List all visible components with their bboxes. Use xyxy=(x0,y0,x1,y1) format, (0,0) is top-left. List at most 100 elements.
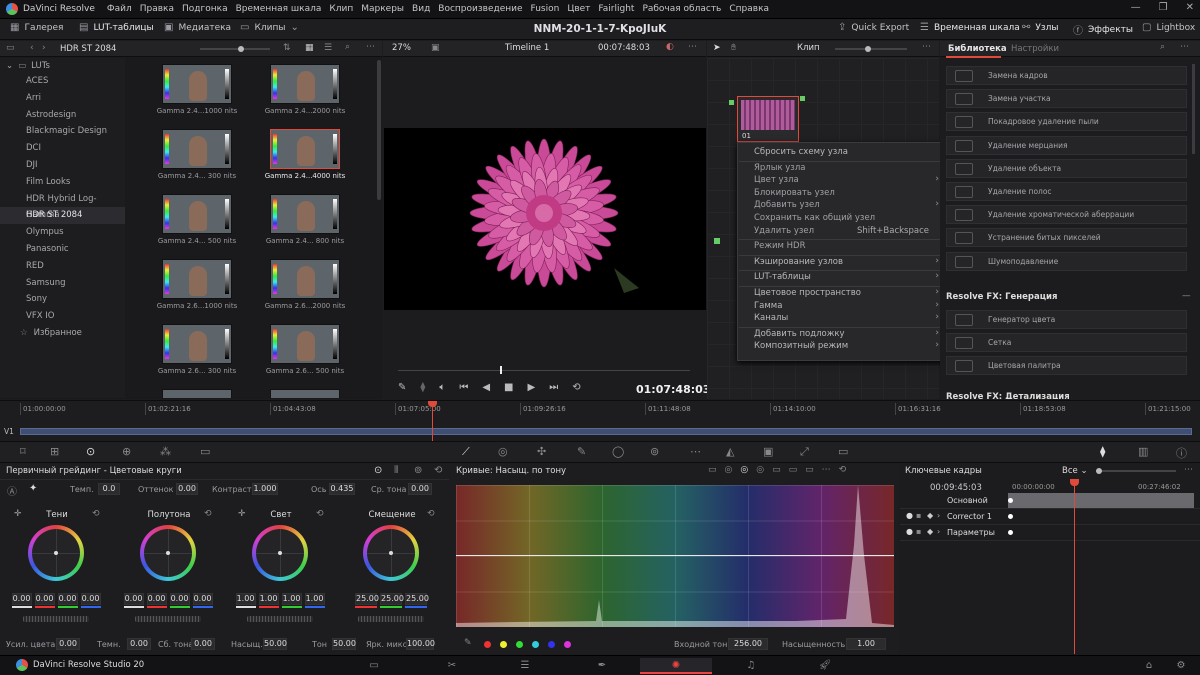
timeline-playhead[interactable] xyxy=(432,401,433,441)
deliver-page-icon[interactable]: 🚀︎ xyxy=(816,658,834,674)
lut-thumbnail[interactable] xyxy=(270,324,340,364)
context-menu-item[interactable]: LUT-таблицы xyxy=(754,272,811,282)
master-wheel-dial[interactable] xyxy=(358,616,424,622)
tab-settings[interactable]: Настройки xyxy=(1011,44,1059,54)
sat-lum-icon[interactable]: ▭ xyxy=(805,465,814,475)
lut-thumbnail[interactable] xyxy=(270,64,340,104)
master-wheel-dial[interactable] xyxy=(247,616,313,622)
context-menu-item[interactable]: Добавить подложку xyxy=(754,329,845,339)
lut-thumbnail[interactable] xyxy=(270,129,340,169)
lut-thumbnail[interactable] xyxy=(162,194,232,234)
home-icon[interactable]: ⌂ xyxy=(1140,658,1158,674)
motion-effects-icon[interactable]: ▭ xyxy=(200,445,210,458)
window-icon[interactable]: ◯ xyxy=(612,445,624,458)
color-picker-icon[interactable]: ◐ xyxy=(666,42,674,52)
effect-item[interactable]: Удаление хроматической аберрации xyxy=(946,205,1187,225)
wheels-mode-icon[interactable]: ⊙ xyxy=(374,465,382,476)
wheel-reset-icon[interactable]: ⟲ xyxy=(92,509,100,519)
eyedropper-icon[interactable]: ✎ xyxy=(398,382,406,393)
wheel-value[interactable]: 1.00 xyxy=(235,593,256,605)
lut-thumbnail[interactable] xyxy=(270,194,340,234)
node-output-port[interactable] xyxy=(800,96,805,101)
lut-thumbnail[interactable] xyxy=(270,259,340,299)
highlight-icon[interactable]: ⧫ xyxy=(420,382,425,393)
effect-item[interactable]: Сетка xyxy=(946,333,1187,353)
lut-thumbnail[interactable] xyxy=(162,259,232,299)
color-wheels-icon[interactable]: ⊙ xyxy=(86,445,95,458)
effect-item[interactable]: Устранение битых пикселей xyxy=(946,228,1187,248)
sizing-icon[interactable]: ⤢ xyxy=(800,445,809,459)
lut-folder-item[interactable]: RED xyxy=(0,258,125,275)
skip-end-icon[interactable]: ⏭︎ xyxy=(549,382,558,393)
context-menu-item[interactable]: Добавить узел xyxy=(754,200,820,210)
context-menu-item[interactable]: Кэширование узлов xyxy=(754,257,843,267)
clip-bar[interactable] xyxy=(20,428,1192,435)
context-menu-item[interactable]: Сохранить как общий узел xyxy=(754,213,875,223)
edit-page-icon[interactable]: ☰ xyxy=(516,658,534,674)
keyframe-marker[interactable] xyxy=(1008,530,1013,535)
info-icon[interactable]: ⓘ xyxy=(1176,445,1187,461)
wheel-value[interactable]: 25.00 xyxy=(380,593,404,605)
lut-folder-item[interactable]: ACES xyxy=(0,73,125,90)
context-menu-item[interactable]: Каналы xyxy=(754,313,788,323)
menu-item[interactable]: Временная шкала xyxy=(236,4,322,14)
3d-icon[interactable]: ▭ xyxy=(838,445,848,458)
context-menu-item[interactable]: Ярлык узла xyxy=(754,163,805,173)
keyframe-zoom-slider[interactable] xyxy=(1096,468,1176,474)
cut-page-icon[interactable]: ✂︎ xyxy=(443,658,461,674)
auto-balance-icon[interactable]: Ⓐ xyxy=(7,483,17,498)
scrubber-playhead[interactable] xyxy=(500,366,502,374)
minimize-icon[interactable]: — xyxy=(1131,2,1141,13)
lut-folder-item[interactable]: HDR Hybrid Log-Gamma xyxy=(0,191,125,221)
viewer-mode-icon[interactable]: ▣ xyxy=(431,43,440,53)
effect-item[interactable]: Цветовая палитра xyxy=(946,356,1187,376)
contrast-value[interactable]: 1.000 xyxy=(252,483,278,495)
lut-folder-item[interactable]: Film Looks xyxy=(0,174,125,191)
param-value[interactable]: 0.00 xyxy=(127,638,151,650)
temp-value[interactable]: 0.0 xyxy=(98,483,120,495)
source-port[interactable] xyxy=(714,238,720,244)
wheel-reset-icon[interactable]: ⟲ xyxy=(427,509,435,519)
wheel-center-dot[interactable] xyxy=(54,551,58,555)
keyframe-marker[interactable] xyxy=(1008,498,1013,503)
param-value[interactable]: 0.00 xyxy=(56,638,80,650)
wheel-value[interactable]: 0.00 xyxy=(80,593,101,605)
wheel-value[interactable]: 0.00 xyxy=(57,593,78,605)
menu-item[interactable]: Воспроизведение xyxy=(438,4,522,14)
wheel-value[interactable]: 0.00 xyxy=(192,593,213,605)
menu-item[interactable]: Подгонка xyxy=(182,4,228,14)
timeline-toggle-button[interactable]: ☰ Временная шкала xyxy=(920,22,1020,33)
fusion-page-icon[interactable]: ✒︎ xyxy=(593,658,611,674)
sat-sat-icon[interactable]: ▭ xyxy=(789,465,798,475)
magenta-swatch[interactable] xyxy=(564,641,571,648)
custom-curve-icon[interactable]: ▭ xyxy=(708,465,717,475)
keyframe-diamond-icon[interactable]: ◆ xyxy=(927,511,933,520)
loop-icon[interactable]: ⟲ xyxy=(572,382,580,393)
lightbox-button[interactable]: ▢ Lightbox xyxy=(1142,22,1195,33)
color-wheel[interactable] xyxy=(28,525,84,581)
node-zoom-slider[interactable] xyxy=(835,46,907,52)
lut-thumbnail[interactable] xyxy=(162,324,232,364)
effects-button[interactable]: ⓕ Эффекты xyxy=(1073,22,1133,38)
menu-item[interactable]: Правка xyxy=(140,4,174,14)
lut-folder-item[interactable]: Blackmagic Design xyxy=(0,123,125,140)
viewer-more-icon[interactable]: ⋯ xyxy=(688,42,697,52)
wheel-value[interactable]: 0.00 xyxy=(146,593,167,605)
master-wheel-dial[interactable] xyxy=(23,616,89,622)
color-page-icon[interactable]: ✺ xyxy=(640,658,712,674)
tint-value[interactable]: 0.00 xyxy=(176,483,198,495)
effect-item[interactable]: Замена кадров xyxy=(946,66,1187,85)
curves-reset-icon[interactable]: ⟲ xyxy=(839,465,847,475)
visibility-dot[interactable]: ● xyxy=(906,511,913,520)
param-value[interactable]: 50.00 xyxy=(263,638,287,650)
menu-item[interactable]: Рабочая область xyxy=(642,4,721,14)
menu-item[interactable]: Fusion xyxy=(531,4,560,14)
input-hue-value[interactable]: 256.00 xyxy=(728,638,768,650)
search-icon[interactable]: ⌕ xyxy=(345,42,350,52)
lut-thumbnail[interactable] xyxy=(162,389,232,398)
lut-folder-item[interactable]: Samsung xyxy=(0,275,125,292)
lut-root[interactable]: ⌄ ▭ LUTs xyxy=(0,58,125,73)
node-mode-select[interactable]: Клип xyxy=(797,43,820,53)
more-options-icon[interactable]: ⋯ xyxy=(366,42,375,52)
green-swatch[interactable] xyxy=(516,641,523,648)
